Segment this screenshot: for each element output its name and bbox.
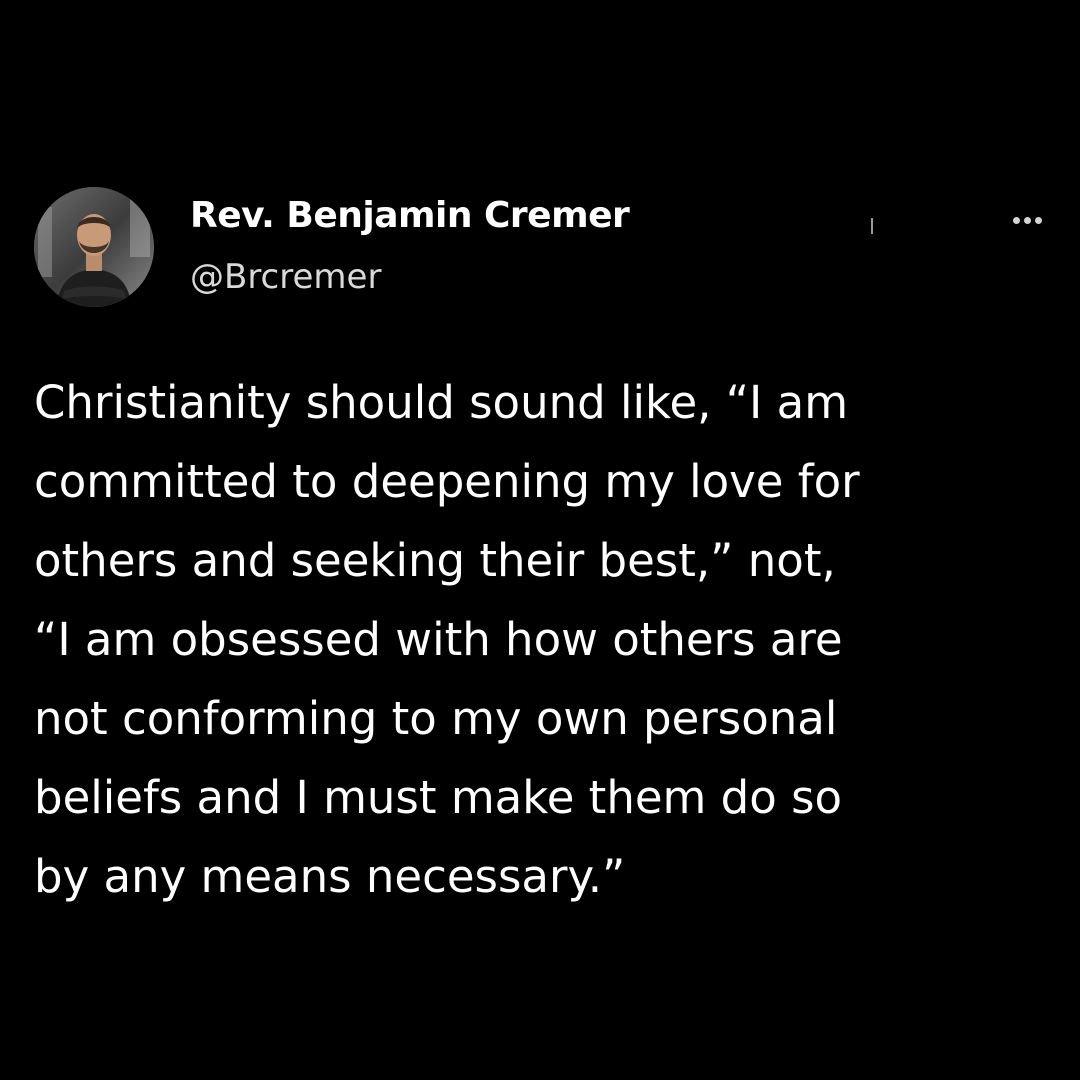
avatar[interactable] xyxy=(34,187,154,307)
author-handle[interactable]: @Brcremer xyxy=(190,251,381,303)
tweet-text-line: by any means necessary.” xyxy=(34,850,626,903)
tweet-text-line: committed to deepening my love for xyxy=(34,455,860,508)
author-name[interactable]: Rev. Benjamin Cremer xyxy=(190,190,630,242)
more-options-icon xyxy=(1035,217,1042,224)
more-options-icon xyxy=(1013,217,1020,224)
tweet-text-line: not conforming to my own personal xyxy=(34,692,838,745)
tweet-text-line: Christianity should sound like, “I am xyxy=(34,376,849,429)
tweet-text-line: others and seeking their best,” not, xyxy=(34,534,836,587)
tweet-text: Christianity should sound like, “I am co… xyxy=(34,363,1054,916)
tweet-card: Rev. Benjamin Cremer @Brcremer Christian… xyxy=(0,0,1080,1080)
more-options-button[interactable] xyxy=(1000,200,1056,240)
tweet-text-line: “I am obsessed with how others are xyxy=(34,613,843,666)
more-options-icon xyxy=(1024,217,1031,224)
divider xyxy=(871,218,873,234)
profile-photo-icon xyxy=(34,187,154,307)
tweet-text-line: beliefs and I must make them do so xyxy=(34,771,843,824)
